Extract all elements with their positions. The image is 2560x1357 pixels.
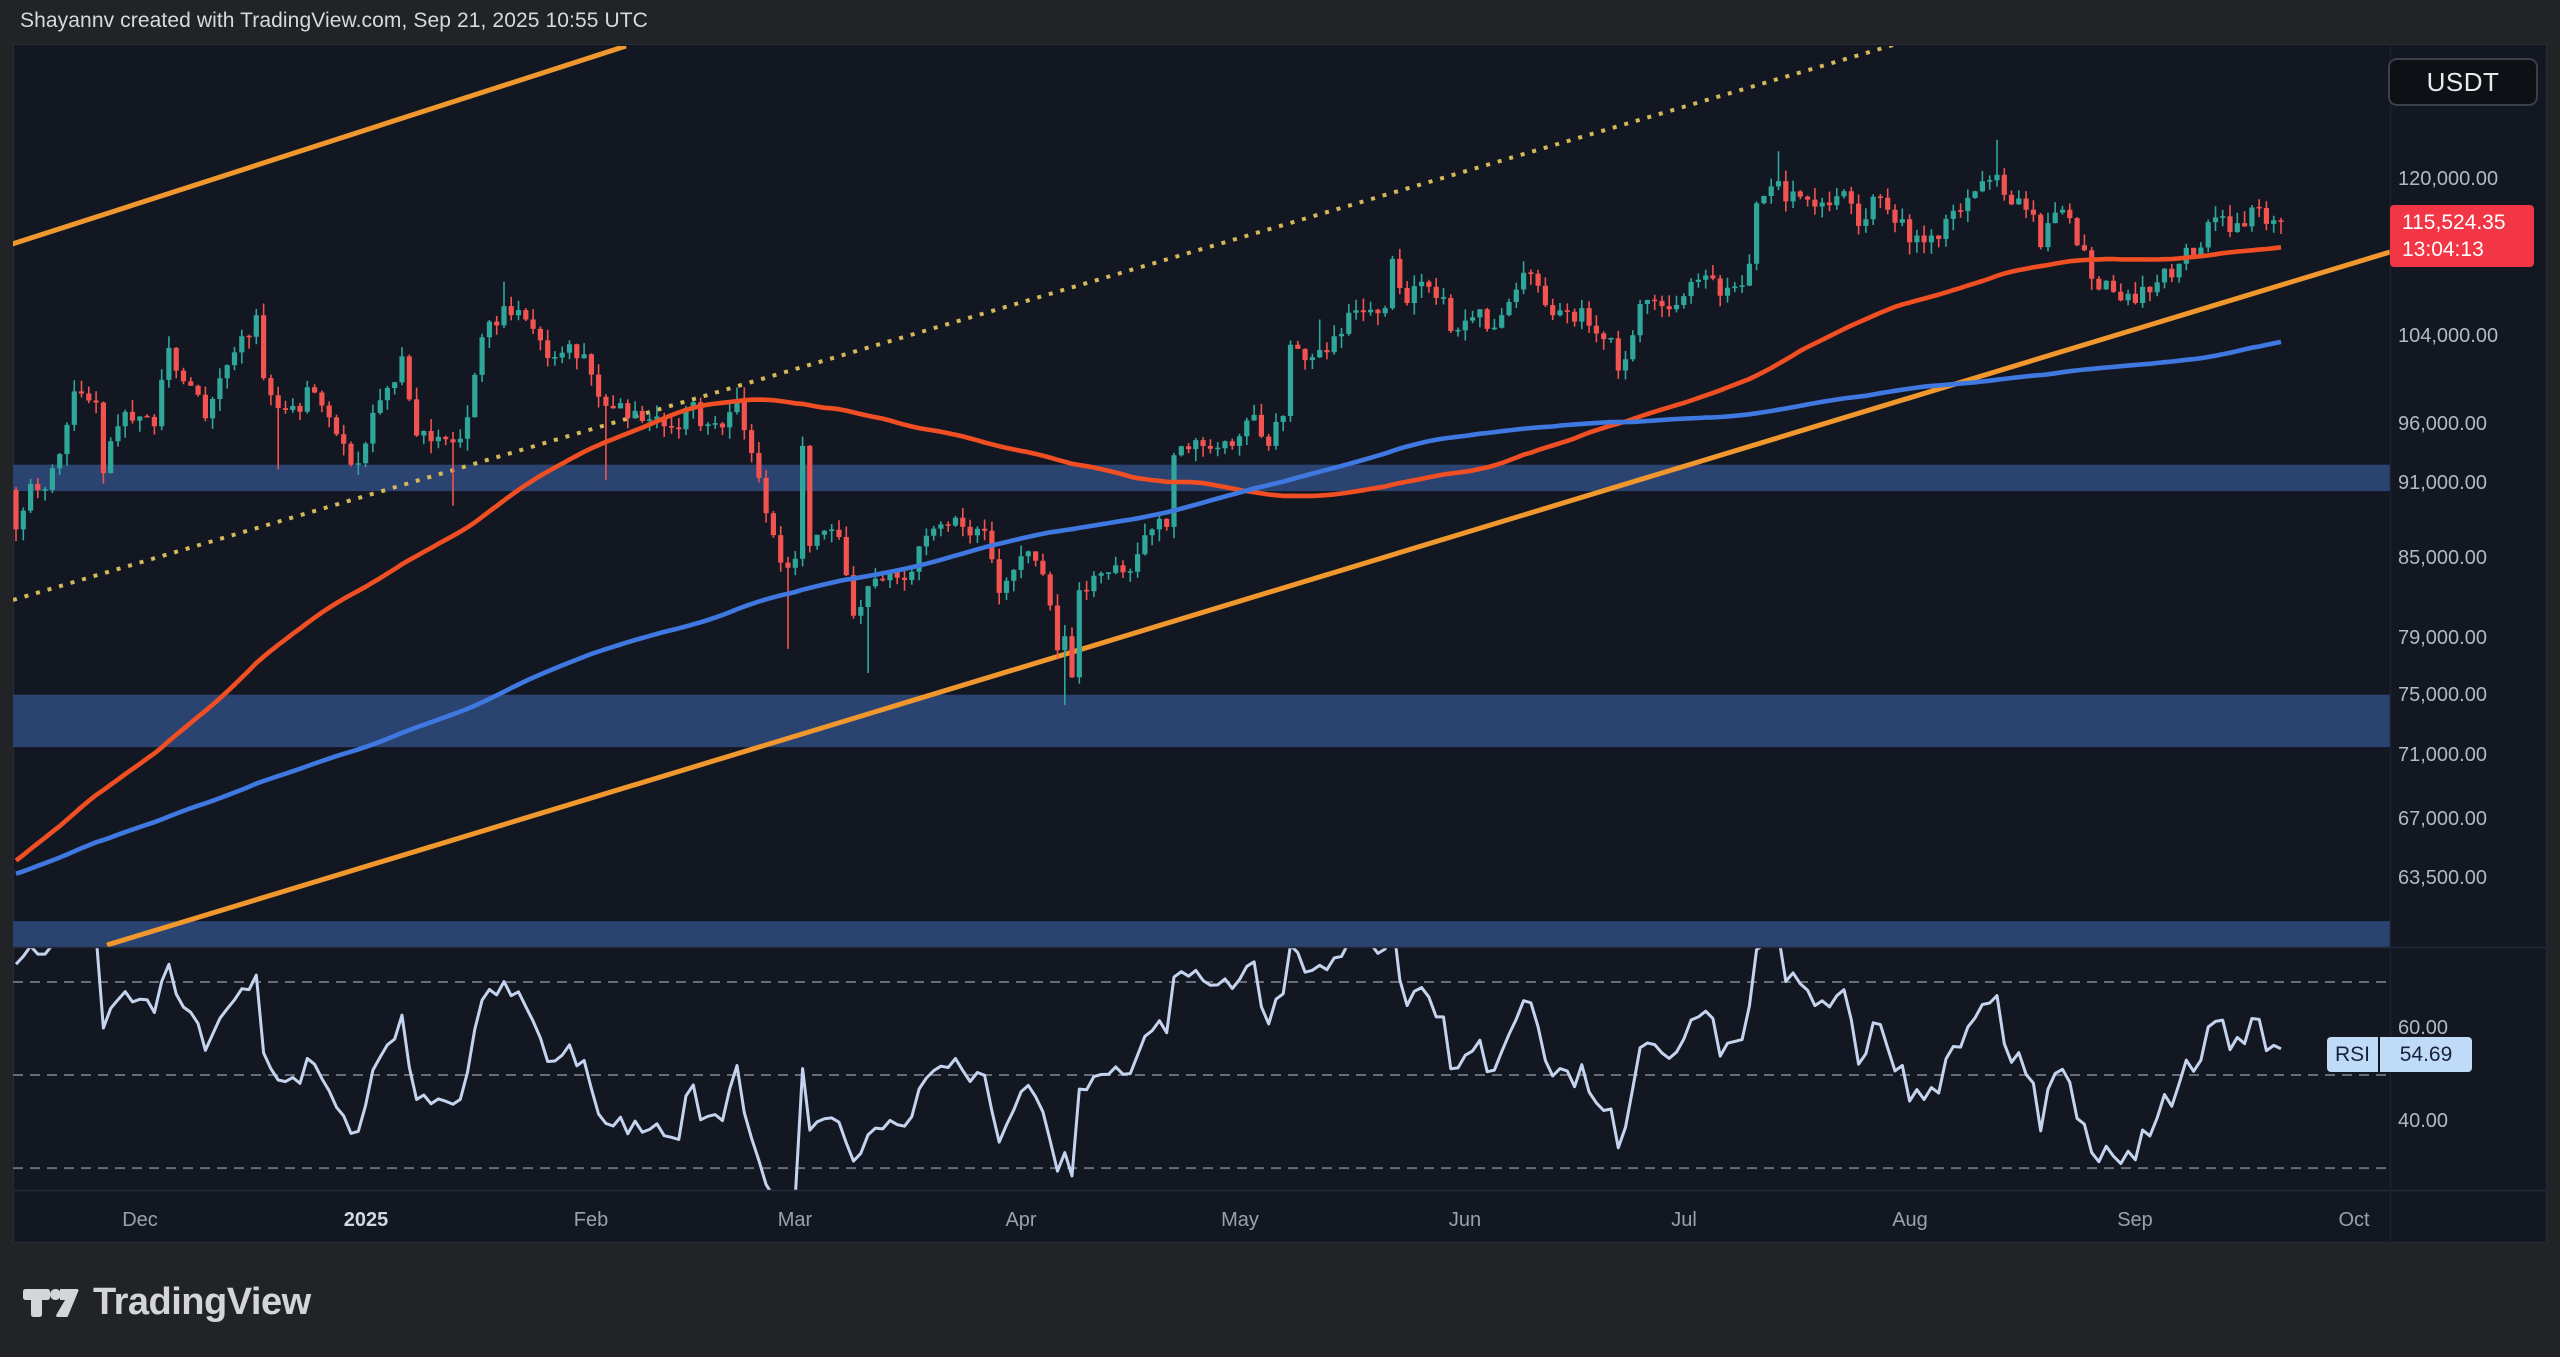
- tradingview-logo-text: TradingView: [93, 1281, 311, 1324]
- rsi-value: 54.69: [2380, 1037, 2472, 1072]
- month-tick-label: May: [1200, 1209, 1280, 1232]
- month-tick-label: Dec: [100, 1209, 180, 1232]
- price-tick-label: 63,500.00: [2398, 867, 2487, 890]
- chart-canvas[interactable]: [0, 0, 2560, 1357]
- price-tick-label: 104,000.00: [2398, 325, 2498, 348]
- tradingview-logo-icon: [22, 1286, 80, 1320]
- month-tick-label: Jul: [1644, 1209, 1724, 1232]
- tradingview-snapshot: Shayannv created with TradingView.com, S…: [0, 0, 2560, 1357]
- price-tick-label: 75,000.00: [2398, 684, 2487, 707]
- snapshot-attribution-title: Shayannv created with TradingView.com, S…: [20, 9, 648, 33]
- price-tick-label: 79,000.00: [2398, 627, 2487, 650]
- rsi-label: RSI: [2327, 1037, 2380, 1072]
- month-tick-label: Aug: [1870, 1209, 1950, 1232]
- last-price-badge: 115,524.35 13:04:13: [2390, 205, 2534, 267]
- tradingview-logo: TradingView: [22, 1281, 311, 1324]
- ma-slow-line: [16, 342, 2281, 874]
- month-tick-label: Apr: [981, 1209, 1061, 1232]
- price-tick-label: 85,000.00: [2398, 547, 2487, 570]
- month-tick-label: Feb: [551, 1209, 631, 1232]
- quote-currency-badge: USDT: [2388, 58, 2538, 106]
- support-zones: [13, 465, 2390, 960]
- rsi-level-lines: [13, 982, 2390, 1168]
- rsi-tick-label: 40.00: [2398, 1110, 2448, 1133]
- month-tick-label: Jun: [1425, 1209, 1505, 1232]
- month-tick-label: 2025: [326, 1209, 406, 1232]
- candles-down: [13, 168, 2283, 678]
- price-tick-label: 96,000.00: [2398, 413, 2487, 436]
- month-tick-label: Sep: [2095, 1209, 2175, 1232]
- price-tick-label: 91,000.00: [2398, 472, 2487, 495]
- rsi-value-badge: RSI 54.69: [2327, 1037, 2472, 1072]
- price-tick-label: 120,000.00: [2398, 168, 2498, 191]
- candles-up: [21, 140, 2277, 705]
- rsi-pane: [13, 917, 2390, 1211]
- month-tick-label: Oct: [2314, 1209, 2394, 1232]
- bar-close-countdown: 13:04:13: [2402, 236, 2534, 263]
- last-price-value: 115,524.35: [2402, 209, 2534, 236]
- price-tick-label: 71,000.00: [2398, 744, 2487, 767]
- rsi-line: [16, 917, 2281, 1211]
- month-tick-label: Mar: [755, 1209, 835, 1232]
- ma-fast-line: [16, 247, 2281, 860]
- price-tick-label: 67,000.00: [2398, 808, 2487, 831]
- main-pane: [0, 30, 2390, 960]
